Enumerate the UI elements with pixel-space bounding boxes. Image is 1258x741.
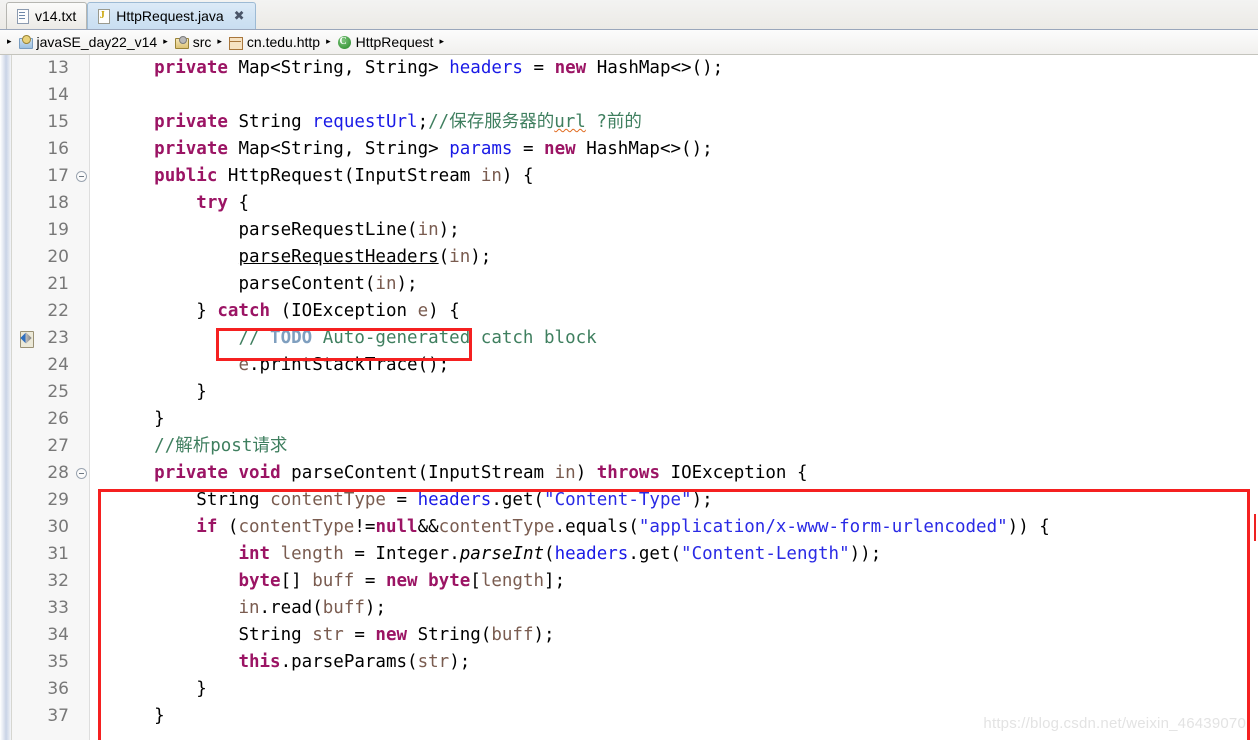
line-number: 26 bbox=[47, 409, 69, 429]
code-line[interactable]: if (contentType!=null&&contentType.equal… bbox=[90, 514, 1258, 541]
chevron-right-icon[interactable]: ▸ bbox=[436, 37, 447, 47]
breadcrumb-item-class[interactable]: HttpRequest bbox=[334, 34, 437, 50]
line-number: 31 bbox=[47, 544, 69, 564]
code-line[interactable]: e.printStackTrace(); bbox=[90, 352, 1258, 379]
code-line[interactable]: this.parseParams(str); bbox=[90, 649, 1258, 676]
fold-collapse-icon[interactable] bbox=[76, 171, 87, 182]
line-number: 30 bbox=[47, 517, 69, 537]
line-number: 29 bbox=[47, 490, 69, 510]
source-folder-icon bbox=[174, 35, 189, 50]
code-line[interactable]: public HttpRequest(InputStream in) { bbox=[90, 163, 1258, 190]
line-number: 24 bbox=[47, 355, 69, 375]
watermark-text: https://blog.csdn.net/weixin_46439070 bbox=[983, 715, 1246, 732]
class-icon bbox=[337, 35, 352, 50]
line-number: 36 bbox=[47, 679, 69, 699]
tab-label: HttpRequest.java bbox=[116, 8, 224, 24]
eclipse-editor-window: v14.txt HttpRequest.java ✖ ▸ javaSE_day2… bbox=[0, 0, 1258, 741]
package-icon bbox=[228, 35, 243, 50]
code-line[interactable]: private String requestUrl;//保存服务器的url ?前… bbox=[90, 109, 1258, 136]
java-file-icon bbox=[96, 8, 111, 24]
chevron-right-icon[interactable]: ▸ bbox=[4, 37, 15, 47]
code-area[interactable]: private Map<String, String> headers = ne… bbox=[90, 55, 1258, 740]
line-number: 22 bbox=[47, 301, 69, 321]
breadcrumb-item-package[interactable]: cn.tedu.http bbox=[225, 34, 323, 50]
code-line[interactable]: private Map<String, String> headers = ne… bbox=[90, 55, 1258, 82]
tab-v14-txt[interactable]: v14.txt bbox=[6, 2, 88, 29]
code-line[interactable]: parseRequestLine(in); bbox=[90, 217, 1258, 244]
todo-task-icon[interactable] bbox=[18, 330, 34, 348]
code-line[interactable]: private void parseContent(InputStream in… bbox=[90, 460, 1258, 487]
line-number: 35 bbox=[47, 652, 69, 672]
fold-collapse-icon[interactable] bbox=[76, 468, 87, 479]
line-number: 34 bbox=[47, 625, 69, 645]
line-number: 17 bbox=[12, 163, 89, 190]
line-number: 23 bbox=[12, 325, 89, 352]
code-line[interactable]: } bbox=[90, 379, 1258, 406]
editor-tab-bar: v14.txt HttpRequest.java ✖ bbox=[0, 0, 1258, 30]
line-number: 20 bbox=[47, 247, 69, 267]
code-line[interactable]: parseRequestHeaders(in); bbox=[90, 244, 1258, 271]
breadcrumb-label: javaSE_day22_v14 bbox=[36, 34, 158, 50]
breadcrumb-item-project[interactable]: javaSE_day22_v14 bbox=[15, 34, 161, 50]
breadcrumb-label: cn.tedu.http bbox=[246, 34, 321, 50]
code-line[interactable]: //解析post请求 bbox=[90, 433, 1258, 460]
line-number: 27 bbox=[47, 436, 69, 456]
line-number: 21 bbox=[47, 274, 69, 294]
code-line[interactable]: } bbox=[90, 676, 1258, 703]
line-number: 33 bbox=[47, 598, 69, 618]
breadcrumb: ▸ javaSE_day22_v14 ▸ src ▸ cn.tedu.http … bbox=[0, 30, 1258, 55]
code-line[interactable]: } bbox=[90, 406, 1258, 433]
code-line[interactable]: // TODO Auto-generated catch block bbox=[90, 325, 1258, 352]
code-editor[interactable]: 13 14 15 16 17 18 19 20 21 22 23 24 25 26 27 28 29 30 31 32… bbox=[0, 55, 1258, 740]
code-line[interactable]: byte[] buff = new byte[length]; bbox=[90, 568, 1258, 595]
line-number: 25 bbox=[47, 382, 69, 402]
line-number: 32 bbox=[47, 571, 69, 591]
code-line[interactable]: int length = Integer.parseInt(headers.ge… bbox=[90, 541, 1258, 568]
line-number: 37 bbox=[47, 706, 69, 726]
chevron-right-icon[interactable]: ▸ bbox=[323, 37, 334, 47]
breadcrumb-label: HttpRequest bbox=[355, 34, 434, 50]
line-number: 19 bbox=[47, 220, 69, 240]
code-line[interactable] bbox=[90, 82, 1258, 109]
code-line[interactable]: in.read(buff); bbox=[90, 595, 1258, 622]
code-line[interactable]: String contentType = headers.get("Conten… bbox=[90, 487, 1258, 514]
line-number: 28 bbox=[12, 460, 89, 487]
java-project-icon bbox=[18, 35, 33, 50]
line-number: 18 bbox=[47, 193, 69, 213]
line-number: 15 bbox=[47, 112, 69, 132]
code-line[interactable]: try { bbox=[90, 190, 1258, 217]
line-number: 14 bbox=[47, 85, 69, 105]
code-line[interactable]: String str = new String(buff); bbox=[90, 622, 1258, 649]
line-number-gutter: 13 14 15 16 17 18 19 20 21 22 23 24 25 26 27 28 29 30 31 32… bbox=[12, 55, 90, 740]
chevron-right-icon[interactable]: ▸ bbox=[214, 37, 225, 47]
code-line[interactable]: parseContent(in); bbox=[90, 271, 1258, 298]
annotation-ruler[interactable] bbox=[0, 55, 12, 740]
tab-httprequest-java[interactable]: HttpRequest.java ✖ bbox=[87, 2, 256, 29]
line-number: 13 bbox=[47, 58, 69, 78]
text-file-icon bbox=[15, 8, 29, 24]
breadcrumb-label: src bbox=[192, 34, 212, 50]
chevron-right-icon[interactable]: ▸ bbox=[160, 37, 171, 47]
code-line[interactable]: private Map<String, String> params = new… bbox=[90, 136, 1258, 163]
code-line[interactable]: } catch (IOException e) { bbox=[90, 298, 1258, 325]
close-icon[interactable]: ✖ bbox=[234, 10, 245, 23]
line-number: 16 bbox=[47, 139, 69, 159]
breadcrumb-item-src[interactable]: src bbox=[171, 34, 215, 50]
tab-label: v14.txt bbox=[35, 8, 77, 24]
text-cursor bbox=[1254, 514, 1256, 541]
